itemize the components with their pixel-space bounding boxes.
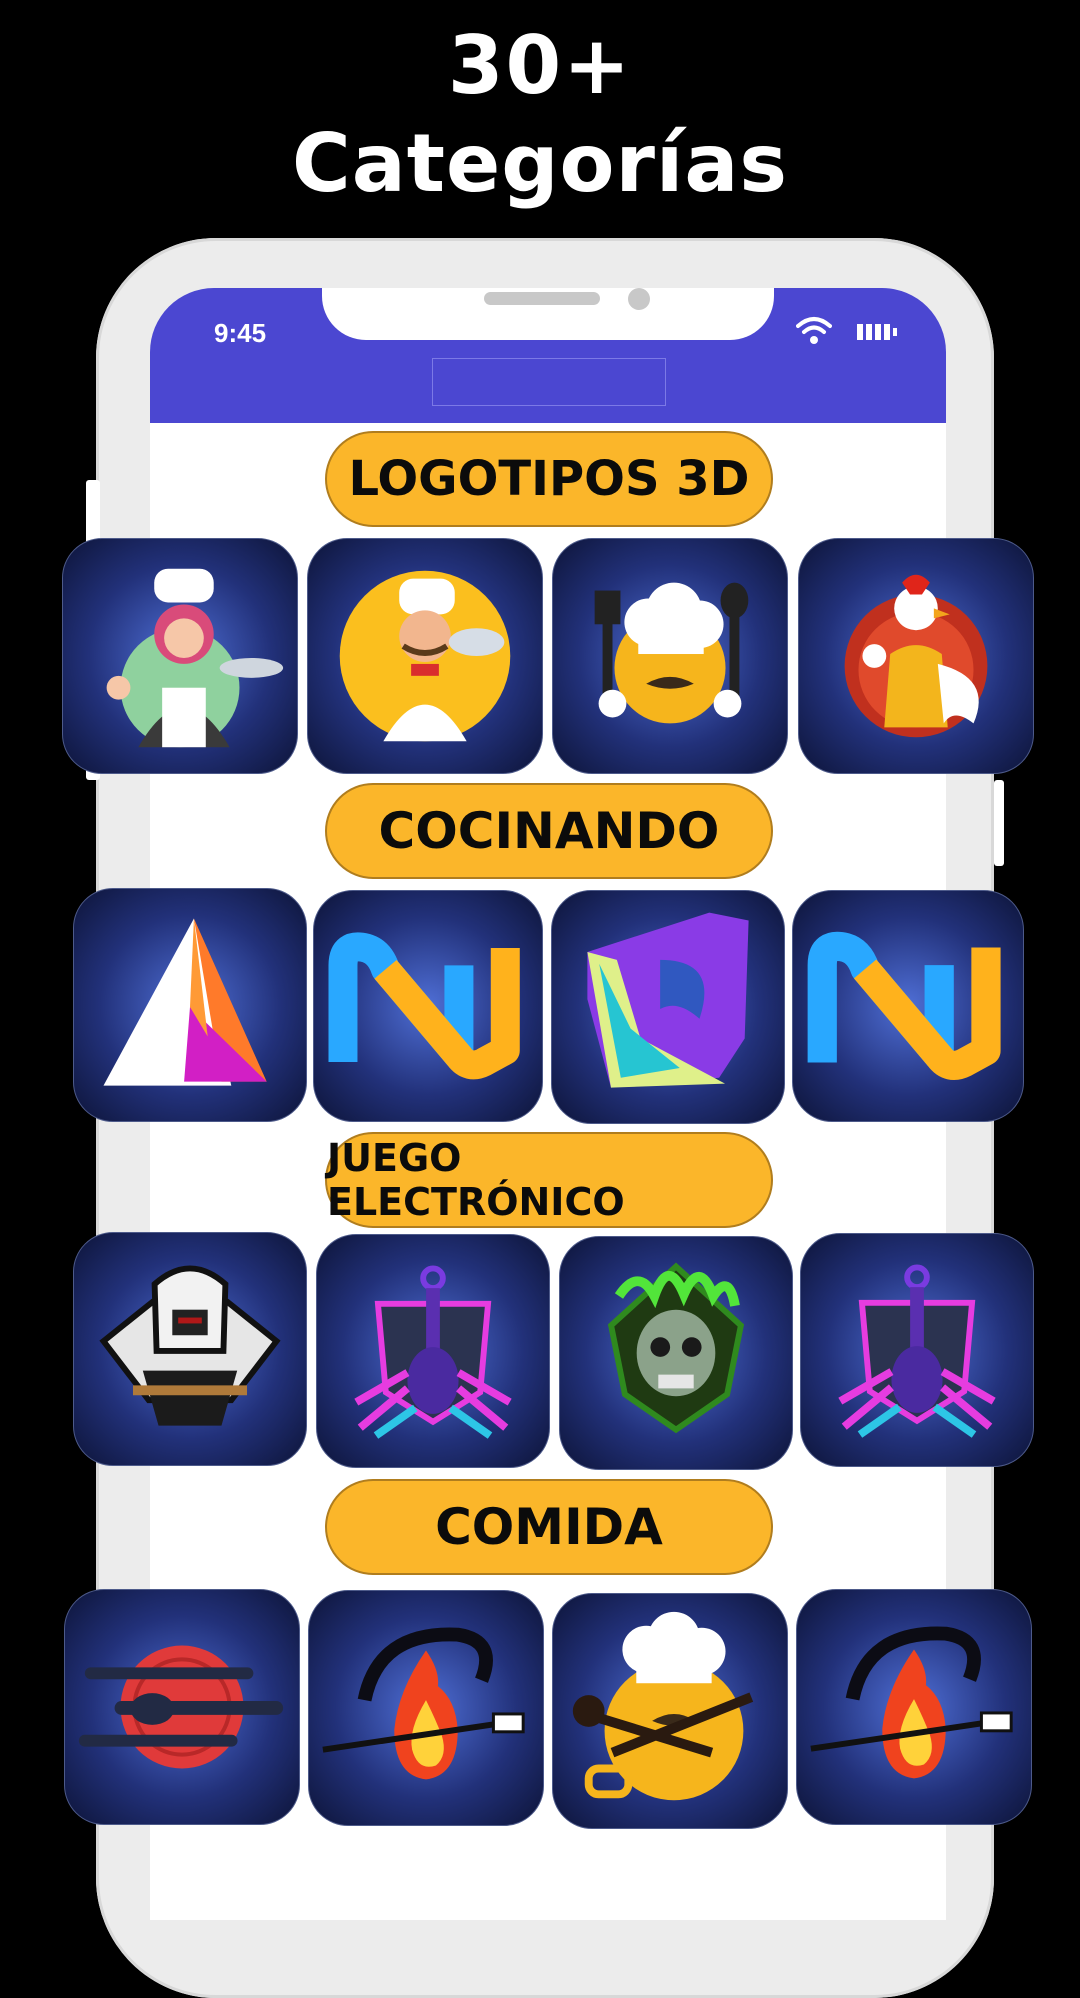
chef-hat-icon — [594, 582, 749, 724]
category-pill-cocinando[interactable]: COCINANDO — [325, 783, 773, 879]
rooster-icon — [844, 574, 988, 738]
logo-tile-green-skull[interactable] — [559, 1236, 793, 1470]
chef-woman-icon — [106, 568, 284, 748]
scorpion-icon — [354, 1265, 512, 1439]
headline-count: 30+ — [447, 19, 633, 112]
letter-n-icon — [328, 932, 520, 1080]
logo-tile-plate-utensils[interactable] — [64, 1589, 300, 1825]
flame-icon — [810, 1626, 1013, 1779]
headline: 30+ Categorías — [0, 18, 1080, 214]
logo-tile-letter-n[interactable] — [313, 890, 543, 1122]
plate-icon — [78, 1645, 284, 1769]
category-label: COCINANDO — [378, 802, 720, 860]
logo-tile-letter-b[interactable] — [551, 890, 785, 1124]
chef-pot-icon — [572, 1611, 754, 1801]
phone-notch — [322, 288, 774, 340]
status-time: 9:45 — [214, 318, 267, 348]
logo-tile-chef-man-plate[interactable] — [307, 538, 543, 774]
side-button-right — [994, 780, 1004, 866]
logo-tile-scorpion-2[interactable] — [800, 1233, 1034, 1467]
logo-tile-flame-spatula-2[interactable] — [796, 1589, 1032, 1825]
category-label: COMIDA — [435, 1498, 663, 1556]
scorpion-icon — [838, 1264, 996, 1438]
letter-n-icon — [807, 931, 1001, 1080]
logo-tile-scorpion[interactable] — [316, 1234, 550, 1468]
letter-a-icon — [103, 918, 267, 1086]
wifi-icon — [796, 317, 832, 344]
speaker-grille — [484, 292, 600, 305]
logo-tile-chef-woman[interactable] — [62, 538, 298, 774]
logo-tile-ninja[interactable] — [73, 1232, 307, 1466]
battery-icon — [857, 324, 897, 340]
banner-ad-placeholder[interactable] — [432, 358, 666, 406]
category-label: LOGOTIPOS 3D — [348, 451, 750, 507]
chef-man-icon — [339, 570, 511, 742]
front-camera — [628, 288, 650, 310]
logo-tile-chef-hat[interactable] — [552, 538, 788, 774]
category-pill-comida[interactable]: COMIDA — [325, 1479, 773, 1575]
logo-tile-letter-n-2[interactable] — [792, 890, 1024, 1122]
letter-b-icon — [587, 912, 749, 1088]
logo-tile-flame-spatula[interactable] — [308, 1590, 544, 1826]
logo-tile-rooster[interactable] — [798, 538, 1034, 774]
category-label: JUEGO ELECTRÓNICO — [327, 1136, 625, 1224]
flame-icon — [322, 1627, 525, 1780]
logo-tile-letter-a[interactable] — [73, 888, 307, 1122]
skull-icon — [607, 1262, 745, 1434]
headline-title: Categorías — [292, 117, 788, 210]
category-pill-logotipos-3d[interactable]: LOGOTIPOS 3D — [325, 431, 773, 527]
ninja-icon — [99, 1265, 281, 1426]
logo-tile-chef-pot[interactable] — [552, 1593, 788, 1829]
category-pill-juego-electronico[interactable]: JUEGO ELECTRÓNICO — [325, 1132, 773, 1228]
